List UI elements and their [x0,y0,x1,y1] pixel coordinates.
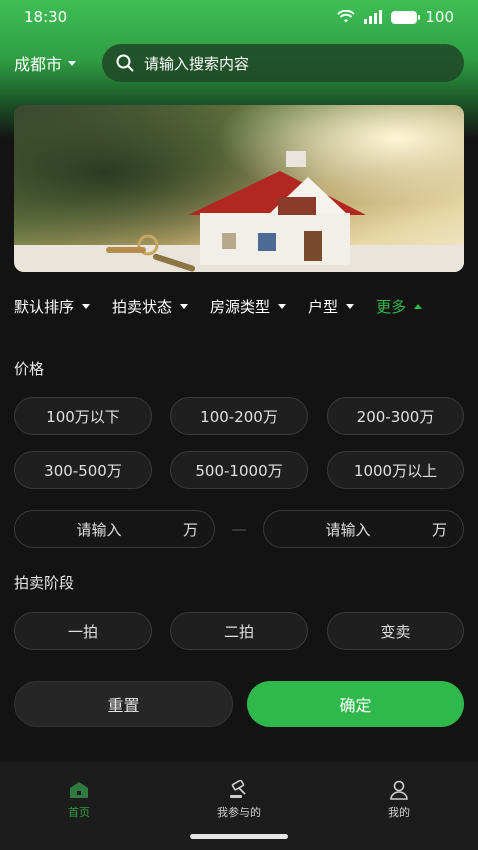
chevron-down-icon [278,303,287,309]
price-option[interactable]: 300-500万 [14,451,152,489]
filter-property-type[interactable]: 房源类型 [210,296,287,317]
filter-sort-label: 默认排序 [14,297,75,316]
filter-sort[interactable]: 默认排序 [14,296,91,317]
tab-mine-label: 我的 [388,806,410,819]
battery-level: 100 [425,8,454,26]
chevron-down-icon [68,60,77,66]
banner-image[interactable] [14,105,464,272]
search-input[interactable]: 请输入搜索内容 [102,44,464,82]
home-indicator [190,834,288,839]
city-label: 成都市 [14,55,63,74]
house-illustration [14,105,464,272]
filter-more-label: 更多 [376,297,407,316]
stage-option[interactable]: 一拍 [14,612,152,650]
price-max-placeholder: 请输入 [325,520,371,539]
status-icons: 100 [337,8,454,26]
tab-mine[interactable]: 我的 [349,780,449,820]
price-option[interactable]: 100万以下 [14,397,152,435]
filter-property-type-label: 房源类型 [210,297,271,316]
confirm-button[interactable]: 确定 [247,681,464,727]
battery-icon [391,10,421,24]
stage-option[interactable]: 变卖 [327,612,464,650]
filter-layout-label: 户型 [308,297,339,316]
price-option[interactable]: 500-1000万 [170,451,308,489]
status-bar: 18:30 100 [0,0,478,34]
stage-option[interactable]: 二拍 [170,612,308,650]
price-min-unit: 万 [182,520,198,539]
search-icon [116,54,134,72]
filter-more[interactable]: 更多 [376,296,423,317]
search-placeholder: 请输入搜索内容 [144,54,250,73]
stage-section-title: 拍卖阶段 [14,574,75,592]
tab-home-label: 首页 [68,806,90,819]
price-max-unit: 万 [431,520,447,539]
city-selector[interactable]: 成都市 [14,51,102,75]
price-section-title: 价格 [14,360,45,378]
chevron-up-icon [414,303,423,309]
reset-button[interactable]: 重置 [14,681,233,727]
top-header: 成都市 请输入搜索内容 [14,44,464,82]
tab-participated-label: 我参与的 [217,806,261,819]
chevron-down-icon [180,303,189,309]
price-min-input[interactable]: 请输入 万 [14,510,215,548]
tab-home[interactable]: 首页 [29,780,129,820]
filter-layout[interactable]: 户型 [308,296,355,317]
filter-auction-status-label: 拍卖状态 [112,297,173,316]
user-icon [390,780,408,800]
filter-auction-status[interactable]: 拍卖状态 [112,296,189,317]
range-separator: — [231,520,247,538]
price-option[interactable]: 100-200万 [170,397,308,435]
price-option[interactable]: 200-300万 [327,397,464,435]
price-option[interactable]: 1000万以上 [327,451,464,489]
home-icon [70,782,88,798]
signal-icon [364,10,383,24]
gavel-icon [230,780,246,798]
filter-bar: 默认排序 拍卖状态 房源类型 户型 更多 [14,296,478,316]
price-min-placeholder: 请输入 [76,520,122,539]
chevron-down-icon [82,303,91,309]
wifi-icon [337,10,356,23]
tab-participated[interactable]: 我参与的 [189,780,289,820]
price-max-input[interactable]: 请输入 万 [263,510,464,548]
chevron-down-icon [346,303,355,309]
status-time: 18:30 [24,8,68,26]
